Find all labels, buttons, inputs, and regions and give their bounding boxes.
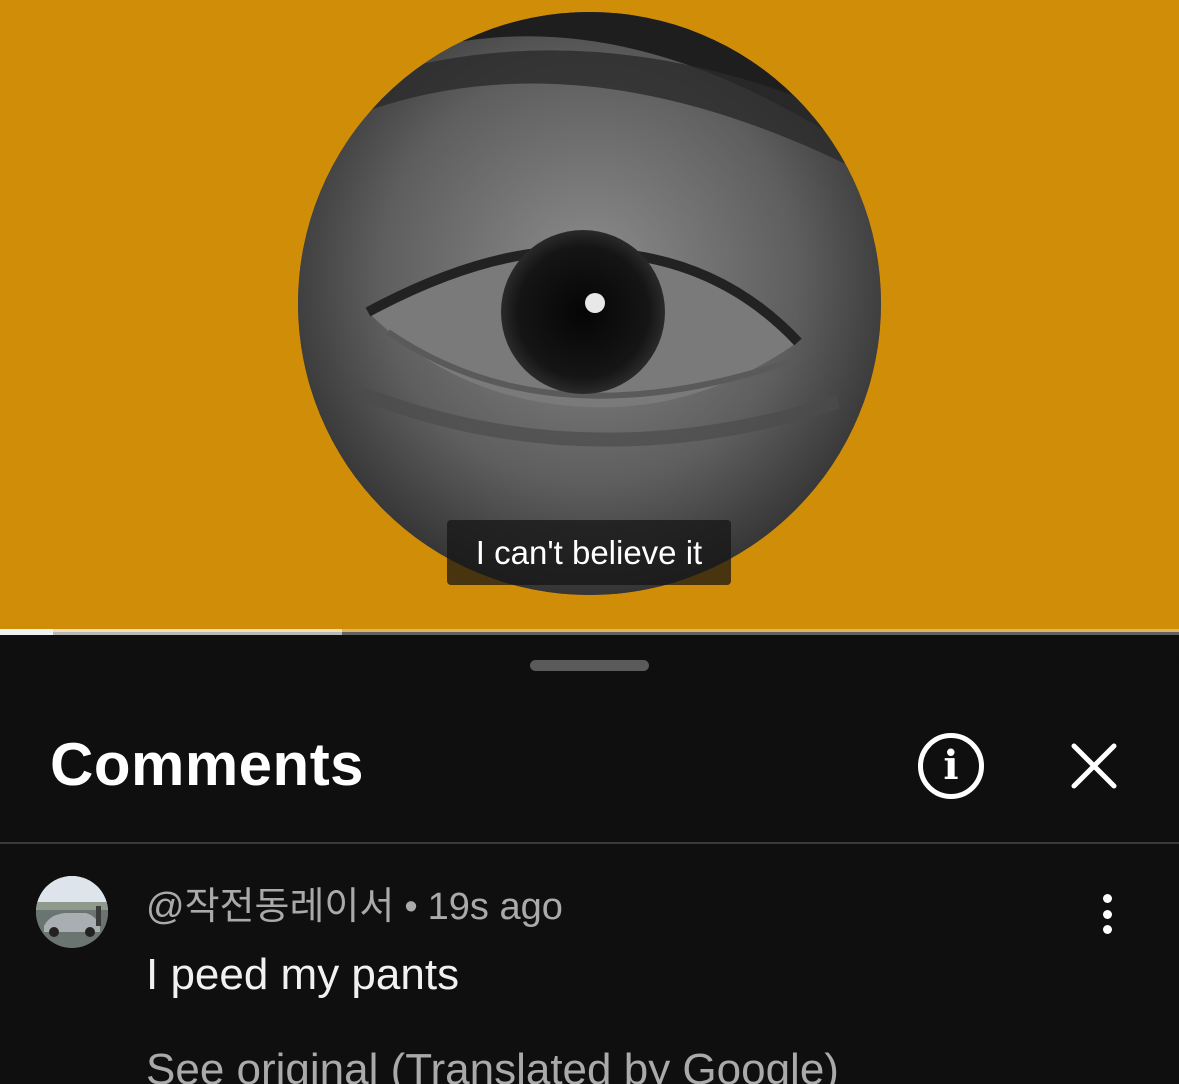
more-dot	[1102, 894, 1112, 903]
avatar[interactable]	[36, 876, 108, 948]
video-progress-bar[interactable]	[0, 629, 1179, 635]
info-icon[interactable]: i	[918, 733, 984, 799]
close-icon-glyph	[1071, 743, 1117, 789]
video-player[interactable]: I can't believe it	[0, 0, 1179, 632]
more-dot	[1102, 909, 1112, 919]
more-vertical-icon[interactable]	[1090, 894, 1124, 934]
see-original-link[interactable]: See original (Translated by Google)	[146, 1045, 839, 1084]
comment-text: I peed my pants	[146, 950, 460, 999]
comment-meta: @작전동레이서 • 19s ago	[146, 885, 563, 929]
progress-played	[0, 629, 54, 635]
close-icon[interactable]	[1068, 740, 1120, 792]
comments-sheet: Comments i @작전동레이서 • 19s ago I peed my pan…	[0, 636, 1179, 1084]
video-caption: I can't believe it	[447, 520, 731, 585]
eye-illustration	[298, 12, 881, 595]
comment-time: 19s ago	[427, 886, 563, 928]
comment-author[interactable]: @작전동레이서	[146, 886, 394, 928]
comments-title: Comments	[50, 731, 365, 798]
more-dot	[1102, 925, 1112, 934]
sheet-drag-handle[interactable]	[530, 660, 649, 671]
info-icon-glyph: i	[943, 742, 959, 789]
header-divider	[0, 842, 1179, 844]
avatar-car-photo	[36, 876, 108, 948]
video-frame-eye-image	[298, 12, 881, 595]
meta-separator: •	[404, 886, 418, 928]
